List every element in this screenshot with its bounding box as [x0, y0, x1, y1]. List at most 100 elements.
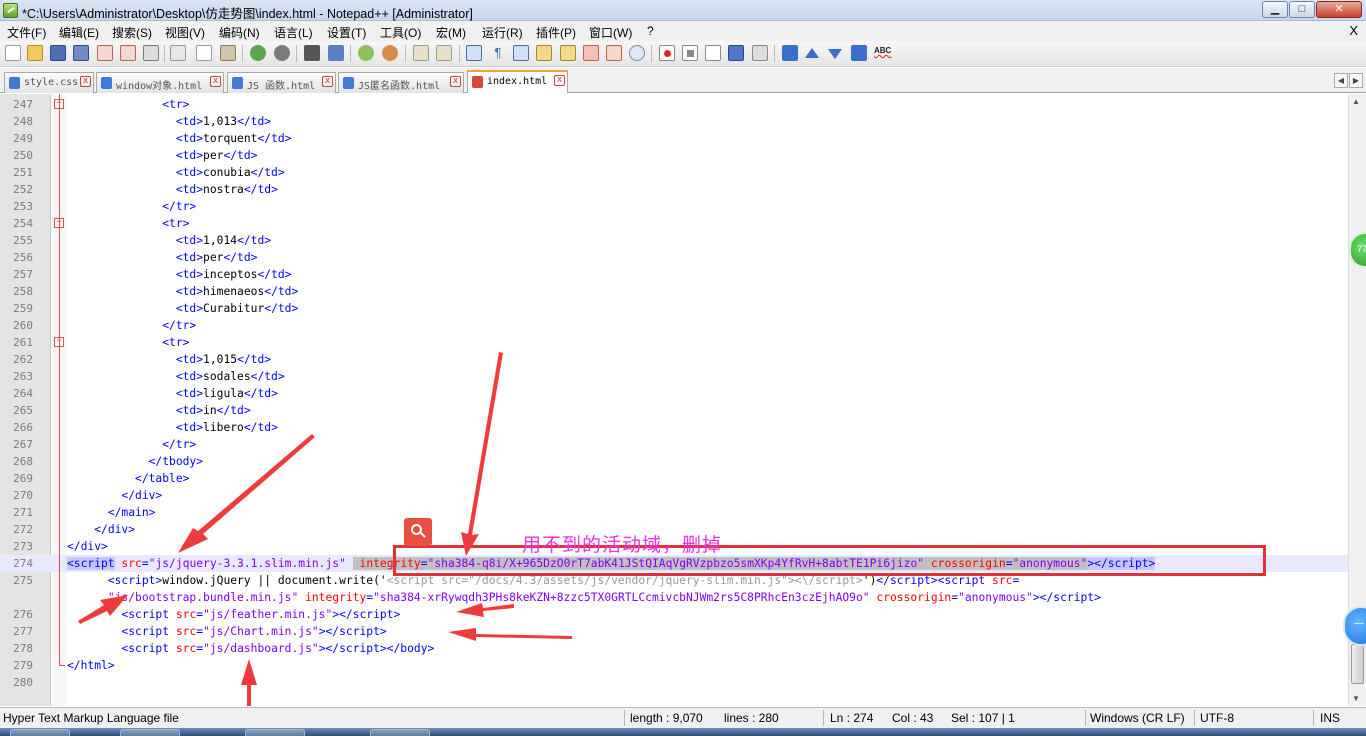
code-text[interactable]: <td>himenaeos</td> [67, 283, 298, 300]
code-line[interactable]: 258 <td>himenaeos</td> [0, 283, 1348, 300]
code-text[interactable]: </div> [67, 521, 135, 538]
code-line[interactable]: 259 <td>Curabitur</td> [0, 300, 1348, 317]
monitoring-icon[interactable] [606, 45, 622, 61]
collapse-icon[interactable] [782, 45, 798, 61]
close-all-icon[interactable] [120, 45, 136, 61]
copy-icon[interactable] [196, 45, 212, 61]
code-text[interactable]: </main> [67, 504, 156, 521]
zoom-in-icon[interactable] [358, 45, 374, 61]
code-text[interactable]: <td>per</td> [67, 147, 258, 164]
show-all-chars-icon[interactable]: ¶ [490, 45, 506, 61]
taskbar-button[interactable] [370, 729, 430, 736]
code-editor[interactable]: 247 <tr> 248 <td>1,013</td> 249 <td>torque… [0, 94, 1366, 706]
menu-language[interactable]: 语言(L) [274, 24, 313, 41]
sync-vertical-icon[interactable] [413, 45, 429, 61]
save-icon[interactable] [50, 45, 66, 61]
code-line[interactable]: 276 <script src="js/feather.min.js"></sc… [0, 606, 1348, 623]
stop-record-icon[interactable] [682, 45, 698, 61]
print-icon[interactable] [143, 45, 159, 61]
menu-plugins[interactable]: 插件(P) [536, 24, 576, 41]
close-icon[interactable] [97, 45, 113, 61]
code-text[interactable]: <td>1,015</td> [67, 351, 271, 368]
tab-close-icon[interactable]: x [210, 76, 221, 87]
code-text[interactable]: </html> [67, 657, 115, 674]
code-line[interactable]: 256 <td>per</td> [0, 249, 1348, 266]
menu-run[interactable]: 运行(R) [482, 24, 523, 41]
save-macro-icon[interactable] [752, 45, 768, 61]
code-line[interactable]: 269 </table> [0, 470, 1348, 487]
code-text[interactable]: </tr> [67, 436, 196, 453]
code-text[interactable]: <script src="js/dashboard.js"></script><… [67, 640, 434, 657]
notepadpp-app-icon[interactable] [3, 3, 18, 18]
code-line[interactable]: 251 <td>conubia</td> [0, 164, 1348, 181]
open-file-icon[interactable] [27, 45, 43, 61]
code-text[interactable]: </table> [67, 470, 189, 487]
scrollbar-thumb[interactable] [1351, 644, 1364, 684]
taskbar-button[interactable] [245, 729, 305, 736]
tab-close-icon[interactable]: x [80, 76, 91, 87]
tab-close-icon[interactable]: x [322, 76, 333, 87]
code-line[interactable]: 254 <tr> [0, 215, 1348, 232]
close-document-button[interactable]: X [1349, 23, 1358, 38]
tab-close-icon[interactable]: x [450, 76, 461, 87]
code-text[interactable]: <td>libero</td> [67, 419, 278, 436]
tab-scroll-right-icon[interactable]: ▶ [1349, 73, 1363, 88]
word-wrap-icon[interactable] [466, 45, 482, 61]
scroll-down-icon[interactable]: ▼ [1352, 694, 1360, 703]
code-line[interactable]: 247 <tr> [0, 96, 1348, 113]
menu-edit[interactable]: 编辑(E) [59, 24, 99, 41]
code-text[interactable]: <td>in</td> [67, 402, 251, 419]
paste-icon[interactable] [220, 45, 236, 61]
code-text[interactable]: <script src="js/feather.min.js"></script… [67, 606, 400, 623]
cut-icon[interactable] [170, 45, 186, 61]
scroll-up-icon[interactable]: ▲ [1352, 97, 1360, 106]
code-text[interactable]: </tbody> [67, 453, 203, 470]
search-icon[interactable] [404, 518, 432, 546]
status-encoding[interactable]: UTF-8 [1200, 711, 1234, 725]
code-text[interactable]: <td>inceptos</td> [67, 266, 292, 283]
redo-icon[interactable] [274, 45, 290, 61]
menu-tools[interactable]: 工具(O) [380, 24, 421, 41]
replace-icon[interactable] [328, 45, 344, 61]
menu-help[interactable]: ? [647, 24, 654, 38]
code-text[interactable]: <tr> [67, 334, 189, 351]
code-line[interactable]: 279 </html> [0, 657, 1348, 674]
down-icon[interactable] [828, 49, 842, 59]
code-text[interactable]: </tr> [67, 317, 196, 334]
code-line[interactable]: 255 <td>1,014</td> [0, 232, 1348, 249]
code-text[interactable]: <td>torquent</td> [67, 130, 292, 147]
tab-scroll-left-icon[interactable]: ◀ [1334, 73, 1348, 88]
function-list-icon[interactable] [560, 45, 576, 61]
sync-horizontal-icon[interactable] [436, 45, 452, 61]
code-line[interactable]: 250 <td>per</td> [0, 147, 1348, 164]
tab-index-html[interactable]: index.html x [467, 70, 568, 93]
code-line[interactable]: 266 <td>libero</td> [0, 419, 1348, 436]
code-text[interactable]: <td>Curabitur</td> [67, 300, 298, 317]
code-line[interactable]: 265 <td>in</td> [0, 402, 1348, 419]
folder-workspace-icon[interactable] [583, 45, 599, 61]
code-text[interactable]: <td>sodales</td> [67, 368, 285, 385]
code-text[interactable]: <tr> [67, 96, 189, 113]
taskbar-button[interactable] [120, 729, 180, 736]
code-line[interactable]: 278 <script src="js/dashboard.js"></scri… [0, 640, 1348, 657]
code-line[interactable]: 277 <script src="js/Chart.min.js"></scri… [0, 623, 1348, 640]
code-text[interactable]: <tr> [67, 215, 189, 232]
undo-icon[interactable] [250, 45, 266, 61]
code-text[interactable]: <td>ligula</td> [67, 385, 278, 402]
code-line[interactable]: 257 <td>inceptos</td> [0, 266, 1348, 283]
new-file-icon[interactable] [5, 45, 21, 61]
menu-file[interactable]: 文件(F) [7, 24, 46, 41]
close-window-button[interactable]: ✕ [1316, 1, 1362, 18]
code-line[interactable]: "js/bootstrap.bundle.min.js" integrity="… [0, 589, 1348, 606]
run-macro-multiple-icon[interactable] [728, 45, 744, 61]
menu-view[interactable]: 视图(V) [165, 24, 205, 41]
menu-encoding[interactable]: 编码(N) [219, 24, 260, 41]
eye-icon[interactable] [629, 45, 645, 61]
menu-macro[interactable]: 宏(M) [436, 24, 466, 41]
code-text[interactable]: <td>per</td> [67, 249, 258, 266]
expand-icon[interactable] [851, 45, 867, 61]
tab-window-object[interactable]: window对象.html x [96, 72, 224, 93]
code-line[interactable]: 260 </tr> [0, 317, 1348, 334]
code-text[interactable]: "js/bootstrap.bundle.min.js" integrity="… [67, 589, 1101, 606]
code-line[interactable]: 249 <td>torquent</td> [0, 130, 1348, 147]
